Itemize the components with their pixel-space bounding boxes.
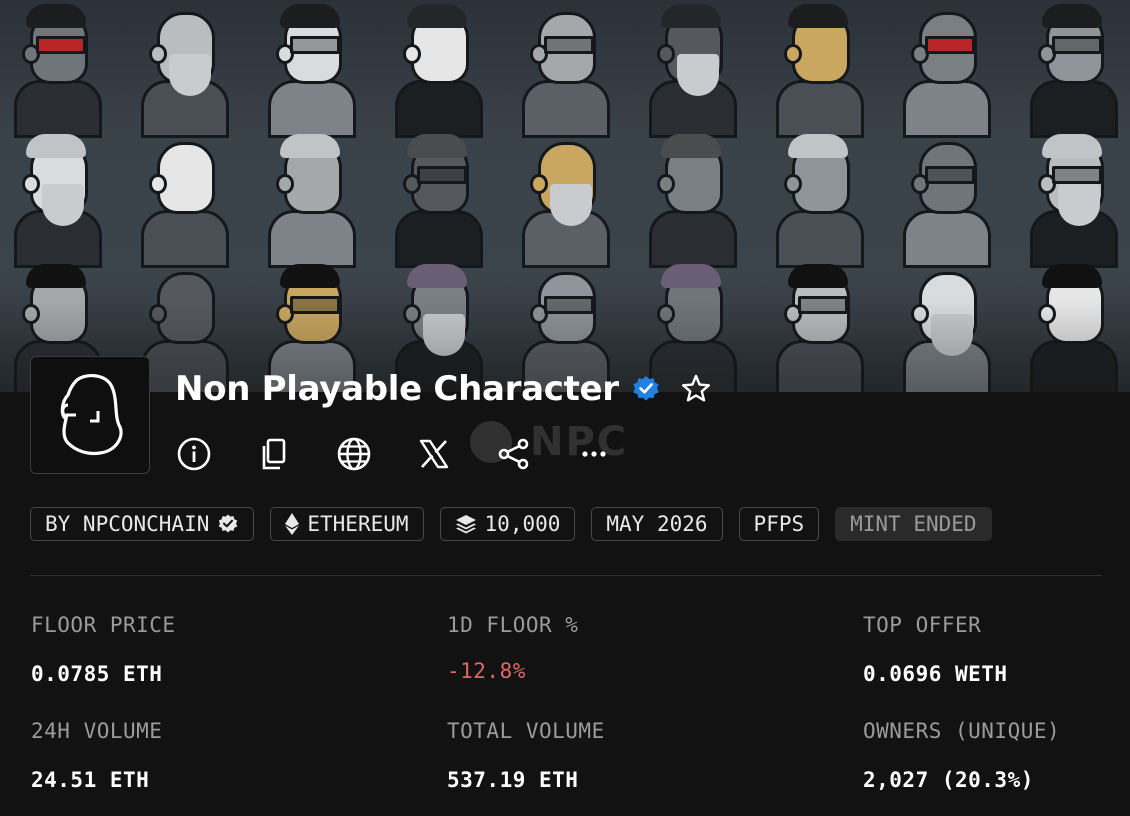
floor-price-value: 0.0785 ETH [31, 662, 163, 686]
collection-logo [30, 356, 150, 474]
share-icon[interactable] [496, 436, 532, 472]
banner-character [139, 4, 229, 138]
floor-change-value: -12.8% [447, 659, 526, 683]
category-label: PFPS [753, 512, 805, 536]
chain-label: ETHEREUM [307, 512, 409, 536]
total-volume-value: 537.19 ETH [447, 768, 579, 792]
banner-character [266, 134, 356, 268]
npc-face-icon [60, 374, 123, 456]
banner-character [393, 134, 483, 268]
banner-character [647, 4, 737, 138]
owners-label: OWNERS (UNIQUE) [863, 719, 1061, 743]
creator-verified-icon [219, 514, 238, 533]
info-icon[interactable] [176, 436, 212, 472]
banner-character [1028, 134, 1118, 268]
verified-badge-icon [631, 374, 661, 404]
items-count-chip: 10,000 [439, 507, 576, 541]
date-label: MAY 2026 [606, 512, 708, 536]
creator-label: BY NPCONCHAIN [45, 512, 210, 536]
banner-character [901, 134, 991, 268]
date-chip: MAY 2026 [591, 507, 723, 541]
layers-icon [455, 515, 476, 534]
volume-24h-value: 24.51 ETH [31, 768, 150, 792]
mint-status-chip: MINT ENDED [835, 507, 992, 541]
top-offer-label: TOP OFFER [863, 613, 982, 637]
banner-character [1028, 4, 1118, 138]
banner-character [12, 4, 102, 138]
banner-character [774, 4, 864, 138]
website-globe-icon[interactable] [336, 436, 372, 472]
banner-character [139, 134, 229, 268]
collection-details-chips: BY NPCONCHAIN ETHEREUM 10,000 MAY 2026 P… [30, 507, 992, 543]
collection-title: Non Playable Character [175, 369, 619, 409]
owners-value: 2,027 (20.3%) [863, 768, 1034, 792]
mint-status-label: MINT ENDED [850, 512, 977, 536]
more-options-icon[interactable] [576, 436, 612, 472]
banner-character [12, 134, 102, 268]
banner-character [266, 4, 356, 138]
chain-chip: ETHEREUM [270, 507, 424, 541]
total-volume-label: TOTAL VOLUME [447, 719, 605, 743]
category-chip[interactable]: PFPS [738, 507, 820, 541]
title-row: Non Playable Character [175, 366, 713, 412]
banner-character [520, 134, 610, 268]
banner-character [647, 134, 737, 268]
banner-character [520, 4, 610, 138]
collection-actions [176, 434, 612, 474]
banner-character [901, 4, 991, 138]
banner-character [393, 4, 483, 138]
copy-icon[interactable] [256, 436, 292, 472]
top-offer-value: 0.0696 WETH [863, 662, 1008, 686]
favorite-star-icon[interactable] [679, 372, 713, 406]
volume-24h-label: 24H VOLUME [31, 719, 163, 743]
items-count-label: 10,000 [484, 512, 561, 536]
floor-change-label: 1D FLOOR % [447, 613, 579, 637]
x-twitter-icon[interactable] [416, 436, 452, 472]
banner-character [774, 134, 864, 268]
creator-chip[interactable]: BY NPCONCHAIN [30, 507, 255, 541]
section-divider [30, 575, 1102, 576]
floor-price-label: FLOOR PRICE [31, 613, 176, 637]
ethereum-icon [285, 513, 300, 535]
